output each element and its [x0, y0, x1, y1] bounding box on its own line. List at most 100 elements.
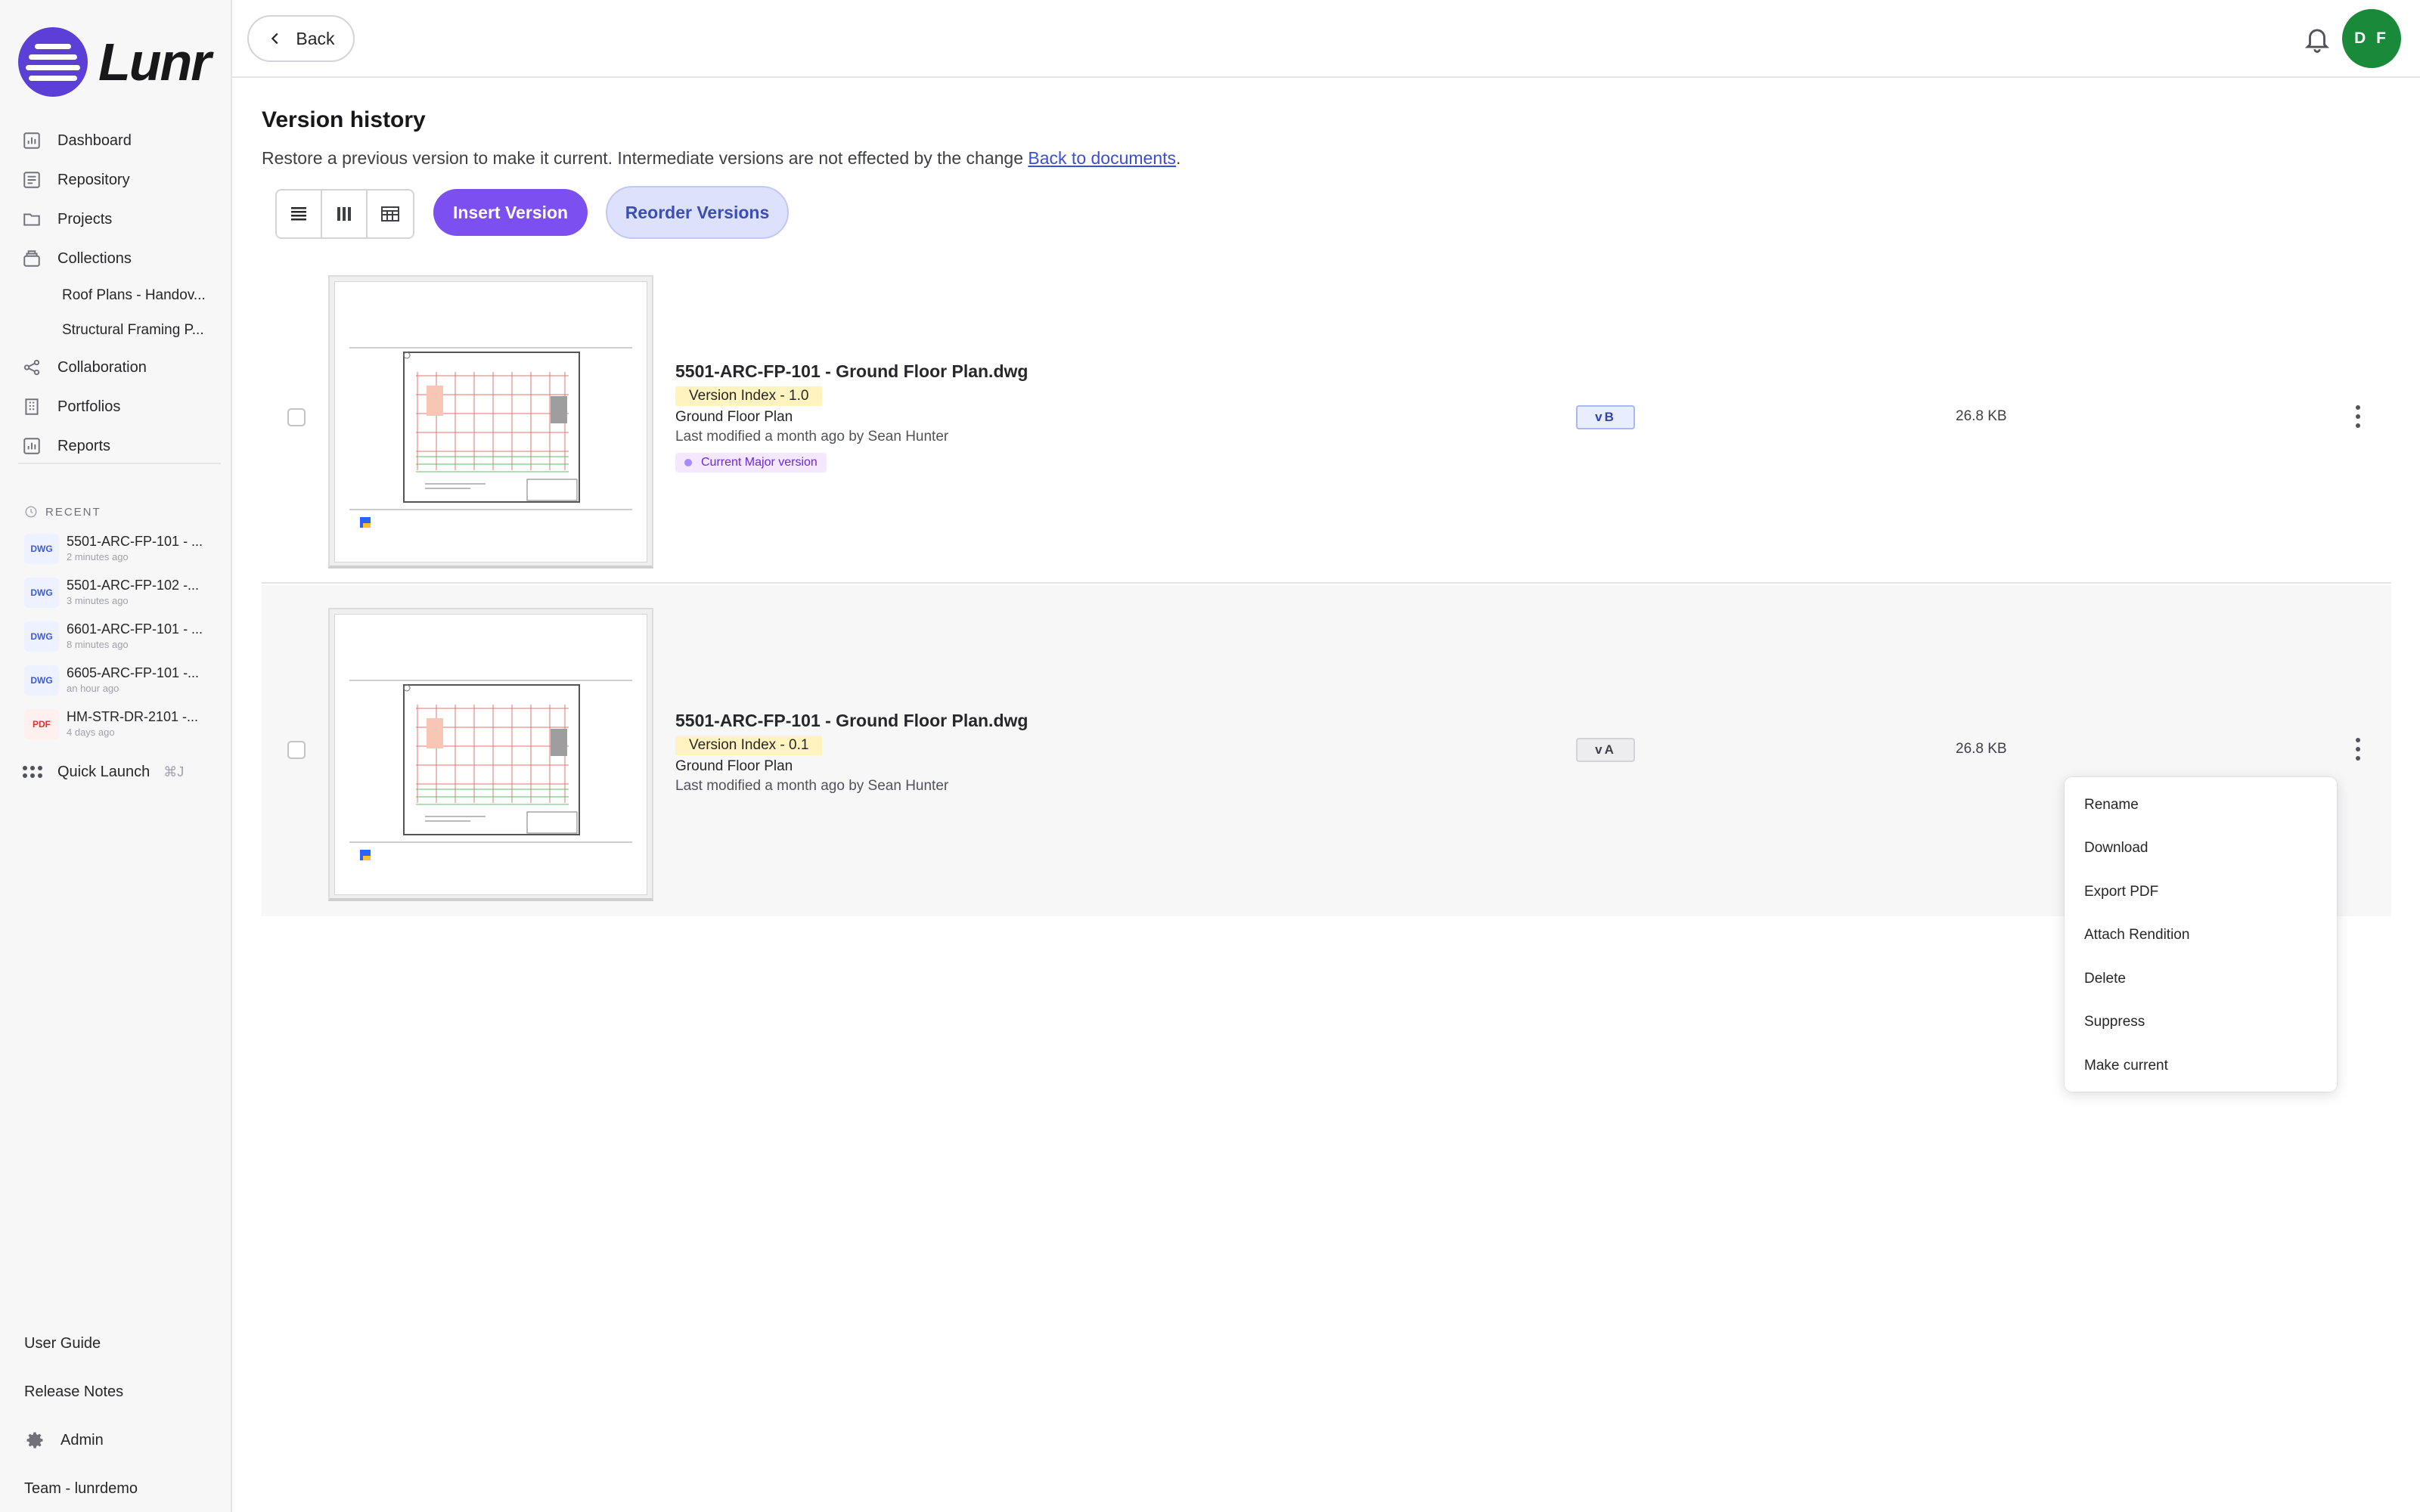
row-menu-button[interactable]	[2347, 401, 2369, 432]
sidebar-item-dashboard[interactable]: Dashboard	[0, 121, 232, 160]
menu-item-suppress[interactable]: Suppress	[2065, 1001, 2337, 1045]
page-subtitle: Restore a previous version to make it cu…	[262, 148, 1181, 168]
dwg-file-icon: DWG	[24, 621, 59, 652]
user-guide-link[interactable]: User Guide	[24, 1319, 138, 1368]
building-icon	[21, 396, 42, 417]
document-description: Ground Floor Plan	[675, 409, 793, 425]
kebab-icon	[2356, 738, 2360, 761]
sidebar-collection-structural-framing[interactable]: Structural Framing P...	[0, 313, 227, 348]
bell-icon	[2304, 29, 2330, 53]
columns-view-button[interactable]	[322, 191, 368, 237]
sidebar-nav: Dashboard Repository Projects Collection…	[0, 121, 232, 466]
version-info: 5501-ARC-FP-101 - Ground Floor Plan.dwg …	[675, 711, 1028, 795]
back-button[interactable]: Back	[247, 15, 355, 62]
quick-launch-shortcut: ⌘J	[163, 764, 185, 779]
recent-item-name: 6601-ARC-FP-101 - ...	[67, 621, 203, 637]
sidebar-collection-roof-plans[interactable]: Roof Plans - Handov...	[0, 278, 227, 313]
recent-item[interactable]: DWG 6605-ARC-FP-101 -... an hour ago	[24, 665, 228, 709]
table-view-button[interactable]	[368, 191, 413, 237]
top-header: Back D F	[232, 0, 2420, 78]
page-title: Version history	[262, 107, 426, 132]
last-modified: Last modified a month ago by Sean Hunter	[675, 778, 949, 794]
notifications-button[interactable]	[2303, 24, 2332, 53]
sidebar-item-label: Projects	[57, 210, 113, 228]
sidebar-item-label: Collections	[57, 249, 132, 267]
recent-item-time: 3 minutes ago	[67, 595, 129, 606]
share-icon	[21, 357, 42, 378]
row-context-menu: Rename Download Export PDF Attach Rendit…	[2065, 777, 2337, 1092]
sidebar-item-projects[interactable]: Projects	[0, 200, 232, 239]
version-letter-badge: vB	[1576, 405, 1635, 429]
version-letter-badge: vA	[1576, 738, 1635, 762]
collections-icon	[21, 248, 42, 269]
drawing-thumbnail[interactable]	[328, 608, 653, 901]
recent-heading: RECENT	[24, 505, 101, 519]
sidebar-item-label: Collaboration	[57, 358, 147, 376]
version-info: 5501-ARC-FP-101 - Ground Floor Plan.dwg …	[675, 361, 1028, 472]
chevron-left-icon	[271, 33, 278, 45]
sidebar-bottom: User Guide Release Notes Admin Team - lu…	[24, 1319, 138, 1512]
dwg-file-icon: DWG	[24, 534, 59, 564]
dot-icon	[684, 459, 692, 466]
list-view-button[interactable]	[277, 191, 322, 237]
sidebar-item-label: Repository	[57, 171, 130, 188]
row-menu-button[interactable]	[2347, 734, 2369, 764]
recent-item-name: HM-STR-DR-2101 -...	[67, 709, 199, 724]
sidebar: Lunr Dashboard Repository Projects Colle…	[0, 0, 232, 1512]
sidebar-item-label: Dashboard	[57, 132, 132, 149]
menu-item-rename[interactable]: Rename	[2065, 783, 2337, 827]
row-checkbox[interactable]	[287, 408, 306, 426]
floor-plan-preview	[334, 281, 647, 562]
recent-list: DWG 5501-ARC-FP-101 - ... 2 minutes ago …	[24, 534, 228, 753]
admin-link[interactable]: Admin	[24, 1416, 138, 1464]
recent-item[interactable]: DWG 5501-ARC-FP-101 - ... 2 minutes ago	[24, 534, 228, 578]
chart-icon	[21, 435, 42, 457]
sidebar-item-reports[interactable]: Reports	[0, 426, 232, 466]
current-major-version-badge: Current Major version	[675, 453, 827, 472]
gear-icon	[26, 1432, 43, 1448]
view-toggle	[275, 189, 414, 239]
recent-item[interactable]: DWG 5501-ARC-FP-102 -... 3 minutes ago	[24, 578, 228, 621]
version-index-tag: Version Index - 1.0	[675, 386, 823, 406]
admin-label: Admin	[60, 1431, 104, 1448]
sidebar-item-collaboration[interactable]: Collaboration	[0, 348, 232, 387]
release-notes-link[interactable]: Release Notes	[24, 1368, 138, 1416]
menu-item-delete[interactable]: Delete	[2065, 957, 2337, 1001]
quick-launch[interactable]: Quick Launch ⌘J	[21, 761, 184, 783]
list-icon	[291, 207, 306, 221]
menu-item-download[interactable]: Download	[2065, 827, 2337, 871]
back-to-documents-link[interactable]: Back to documents	[1028, 148, 1176, 168]
insert-version-button[interactable]: Insert Version	[433, 189, 588, 236]
team-switcher[interactable]: Team - lunrdemo	[24, 1464, 138, 1512]
sidebar-item-portfolios[interactable]: Portfolios	[0, 387, 232, 426]
document-name[interactable]: 5501-ARC-FP-101 - Ground Floor Plan.dwg	[675, 711, 1028, 731]
sidebar-item-collections[interactable]: Collections	[0, 239, 232, 278]
app-name: Lunr	[98, 33, 212, 91]
document-name[interactable]: 5501-ARC-FP-101 - Ground Floor Plan.dwg	[675, 361, 1028, 382]
sidebar-item-repository[interactable]: Repository	[0, 160, 232, 200]
menu-item-export-pdf[interactable]: Export PDF	[2065, 870, 2337, 914]
recent-item-name: 5501-ARC-FP-101 - ...	[67, 534, 203, 549]
document-description: Ground Floor Plan	[675, 758, 793, 774]
drawing-thumbnail[interactable]	[328, 275, 653, 569]
chart-icon	[21, 130, 42, 151]
recent-item-time: an hour ago	[67, 683, 119, 694]
back-label: Back	[296, 28, 335, 48]
sidebar-item-label: Portfolios	[57, 398, 121, 415]
pdf-file-icon: PDF	[24, 709, 59, 739]
menu-item-make-current[interactable]: Make current	[2065, 1044, 2337, 1088]
recent-item[interactable]: PDF HM-STR-DR-2101 -... 4 days ago	[24, 709, 228, 753]
recent-item-time: 4 days ago	[67, 727, 115, 738]
sidebar-item-label: Reports	[57, 437, 111, 454]
file-size: 26.8 KB	[1956, 408, 2007, 424]
table-icon	[381, 206, 399, 222]
recent-item-time: 2 minutes ago	[67, 551, 129, 562]
reorder-versions-button[interactable]: Reorder Versions	[606, 186, 789, 239]
row-checkbox[interactable]	[287, 741, 306, 759]
table-row: 5501-ARC-FP-101 - Ground Floor Plan.dwg …	[262, 271, 2391, 584]
menu-item-attach-rendition[interactable]: Attach Rendition	[2065, 914, 2337, 958]
recent-item-name: 5501-ARC-FP-102 -...	[67, 578, 200, 593]
logo[interactable]: Lunr	[18, 26, 212, 98]
user-avatar[interactable]: D F	[2342, 9, 2401, 68]
recent-item[interactable]: DWG 6601-ARC-FP-101 - ... 8 minutes ago	[24, 621, 228, 665]
